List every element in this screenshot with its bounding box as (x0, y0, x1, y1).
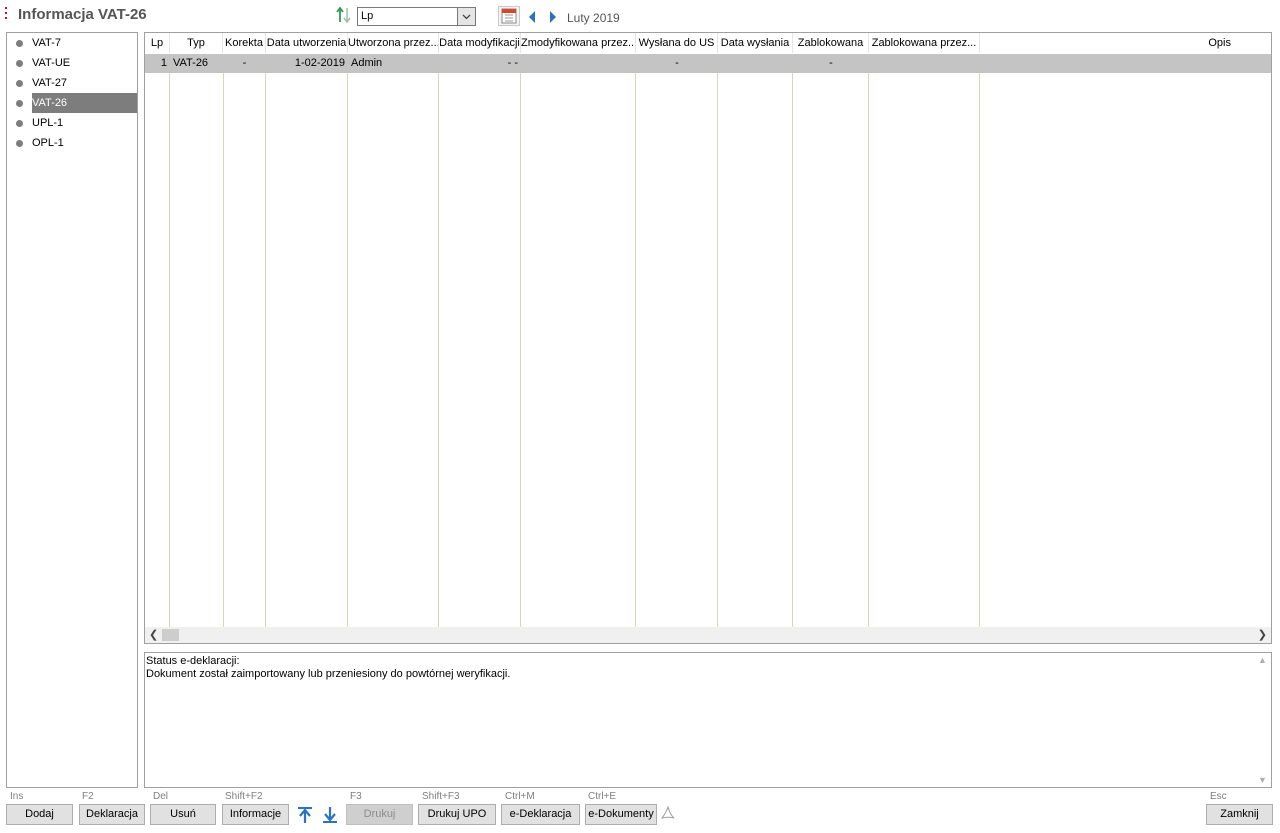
table-row[interactable]: 1 VAT-26 - 1-02-2019 Admin - - - - (145, 54, 1271, 73)
bullet-icon (16, 140, 23, 147)
scroll-up-icon[interactable]: ▲ (1258, 655, 1267, 665)
sort-direction-icon[interactable] (335, 6, 353, 24)
list-item-vat-ue[interactable]: VAT-UE (7, 53, 137, 73)
prev-period-icon[interactable] (527, 10, 537, 24)
status-panel: Status e-deklaracji: Dokument został zai… (144, 652, 1272, 788)
cell-typ: VAT-26 (173, 57, 209, 69)
column-divider (792, 73, 793, 628)
column-header-typ[interactable]: Typ (170, 33, 223, 53)
shortcut-drukuj-upo: Shift+F3 (422, 791, 460, 802)
column-divider (868, 73, 869, 628)
list-item-vat-7[interactable]: VAT-7 (7, 33, 137, 53)
column-header-wyslana-do-us[interactable]: Wysłana do US (636, 33, 718, 53)
print-button[interactable]: Drukuj (346, 804, 413, 825)
bullet-icon (16, 60, 23, 67)
bullet-icon (16, 80, 23, 87)
delete-button[interactable]: Usuń (150, 804, 216, 825)
shortcut-e-dokumenty: Ctrl+E (588, 791, 617, 802)
print-upo-button[interactable]: Drukuj UPO (418, 804, 496, 825)
grid-header: Lp Typ Korekta Data utworzenia Utworzona… (145, 33, 1271, 53)
shortcut-informacje: Shift+F2 (225, 791, 263, 802)
next-period-icon[interactable] (548, 10, 558, 24)
column-divider (347, 73, 348, 628)
column-header-zmodyfikowana-przez[interactable]: Zmodyfikowana przez... (521, 33, 636, 53)
column-header-data-utworzenia[interactable]: Data utworzenia (266, 33, 348, 53)
scrollbar-thumb[interactable] (162, 629, 179, 641)
move-up-icon[interactable] (297, 806, 313, 824)
declaration-type-list: VAT-7 VAT-UE VAT-27 VAT-26 UPL-1 OPL-1 (6, 32, 138, 788)
column-divider (223, 73, 224, 628)
scroll-right-icon[interactable]: ❯ (1258, 628, 1267, 641)
list-item-label: UPL-1 (32, 117, 64, 129)
column-header-utworzona-przez[interactable]: Utworzona przez... (348, 33, 439, 53)
info-button[interactable]: Informacje (222, 804, 289, 825)
horizontal-scrollbar[interactable]: ❮ ❯ (145, 627, 1271, 643)
header-bar: Informacja VAT-26 Lp Luty 2019 (0, 0, 1280, 30)
list-item-label: VAT-UE (32, 57, 71, 69)
cell-wyslana-do-us: - (675, 57, 679, 69)
cell-korekta: - (242, 57, 247, 69)
e-documents-button[interactable]: e-Dokumenty (585, 804, 657, 825)
list-item-upl-1[interactable]: UPL-1 (7, 113, 137, 133)
column-header-lp[interactable]: Lp (145, 33, 170, 53)
pdf-icon[interactable] (661, 806, 675, 820)
cell-utworzona-przez: Admin (351, 57, 383, 69)
cell-zablokowana: - (829, 57, 833, 69)
drag-handle-icon (5, 7, 8, 23)
period-label: Luty 2019 (567, 11, 620, 25)
bullet-icon (16, 120, 23, 127)
chevron-down-icon[interactable] (457, 8, 475, 25)
column-divider (979, 73, 980, 628)
e-declaration-button[interactable]: e-Deklaracja (501, 804, 580, 825)
shortcut-usun: Del (153, 791, 169, 802)
list-item-label: VAT-27 (32, 77, 68, 89)
list-item-label: VAT-7 (32, 37, 61, 49)
column-divider (717, 73, 718, 628)
cell-data-modyfikacji: - - (507, 57, 518, 69)
column-header-opis[interactable]: Opis (980, 33, 1271, 53)
list-item-opl-1[interactable]: OPL-1 (7, 133, 137, 153)
shortcut-dodaj: Ins (10, 791, 24, 802)
column-header-zablokowana-przez[interactable]: Zablokowana przez... (869, 33, 980, 53)
shortcut-zamknij: Esc (1210, 791, 1227, 802)
list-item-vat-26[interactable]: VAT-26 (7, 93, 137, 113)
scroll-left-icon[interactable]: ❮ (149, 628, 158, 641)
status-message: Dokument został zaimportowany lub przeni… (146, 668, 511, 680)
list-item-vat-27[interactable]: VAT-27 (7, 73, 137, 93)
column-header-data-wyslania[interactable]: Data wysłania (718, 33, 793, 53)
bullet-icon (16, 40, 23, 47)
column-divider (265, 73, 266, 628)
sort-select-value: Lp (361, 10, 374, 22)
shortcut-drukuj: F3 (350, 791, 362, 802)
column-divider (635, 73, 636, 628)
page-title: Informacja VAT-26 (18, 6, 147, 23)
column-header-data-modyfikacji[interactable]: Data modyfikacji (439, 33, 521, 53)
sort-select[interactable]: Lp (357, 7, 476, 26)
column-divider (169, 73, 170, 628)
close-button[interactable]: Zamknij (1206, 804, 1273, 825)
cell-zmodyfikowana-przez (521, 54, 636, 73)
calendar-icon[interactable] (498, 6, 520, 26)
cell-opis (980, 54, 1271, 73)
scroll-down-icon[interactable]: ▼ (1258, 775, 1267, 785)
vertical-scrollbar[interactable]: ▲ ▼ (1255, 653, 1271, 787)
declaration-button[interactable]: Deklaracja (79, 804, 145, 825)
list-item-label: VAT-26 (32, 93, 137, 113)
cell-data-utworzenia: 1-02-2019 (294, 57, 345, 69)
cell-data-wyslania (718, 54, 793, 73)
cell-lp: 1 (160, 57, 167, 69)
shortcut-deklaracja: F2 (82, 791, 94, 802)
column-header-korekta[interactable]: Korekta (223, 33, 266, 53)
cell-zablokowana-przez (869, 54, 980, 73)
add-button[interactable]: Dodaj (6, 804, 73, 825)
move-down-icon[interactable] (322, 806, 338, 824)
column-header-zablokowana[interactable]: Zablokowana (793, 33, 869, 53)
status-heading: Status e-deklaracji: (146, 655, 240, 667)
column-divider (438, 73, 439, 628)
shortcut-e-deklaracja: Ctrl+M (505, 791, 535, 802)
bullet-icon (16, 100, 23, 107)
declarations-grid: Lp Typ Korekta Data utworzenia Utworzona… (144, 32, 1272, 644)
list-item-label: OPL-1 (32, 137, 64, 149)
column-divider (520, 73, 521, 628)
